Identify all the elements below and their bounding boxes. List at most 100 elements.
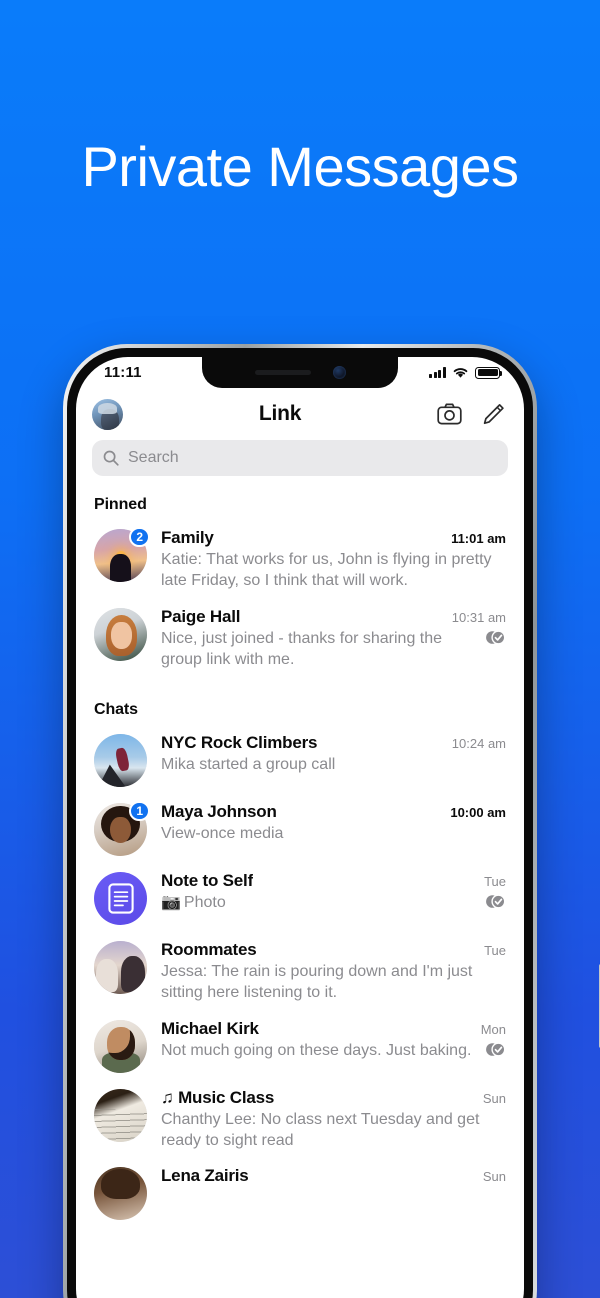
chat-list-item[interactable]: Note to Self Tue 📷 Photo (76, 863, 524, 932)
avatar[interactable]: 1 (94, 801, 150, 857)
chat-item-name: Roommates (161, 940, 257, 960)
chat-item-meta: 10:00 am (450, 805, 506, 820)
chat-item-name: Family (161, 528, 214, 547)
chat-item-timestamp: 10:00 am (450, 805, 506, 821)
phone-bezel: 11:11 Link Search Pinned 2 Family 11:01 … (67, 348, 533, 1298)
battery-full-icon (475, 366, 503, 379)
chat-item-name: NYC Rock Climbers (161, 733, 318, 753)
chat-item-name: Paige Hall (161, 606, 241, 626)
avatar-image (94, 941, 147, 995)
unread-badge: 1 (129, 801, 150, 822)
avatar-image (94, 1019, 147, 1073)
chat-item-meta: Sun (483, 1091, 506, 1106)
chat-list-item[interactable]: 2 Family 11:01 am Katie: That works for us,… (76, 520, 524, 599)
chat-item-body: ♫ Music Class Sun Chanthy Lee: No class ne… (161, 1087, 506, 1152)
read-receipt (485, 1042, 506, 1062)
chat-item-header: Family 11:01 am (161, 528, 506, 548)
chat-item-body: Paige Hall 10:31 am Nice, just joined - th… (161, 606, 506, 671)
chat-item-timestamp: 10:31 am (451, 609, 506, 625)
chat-list-item[interactable]: Paige Hall 10:31 am Nice, just joined - th… (76, 599, 524, 678)
chat-item-body: Michael Kirk Mon Not much going on these d… (161, 1018, 506, 1062)
app-header: Link (76, 388, 524, 440)
chat-item-header: ♫ Music Class Sun (161, 1088, 506, 1108)
avatar-image (94, 734, 147, 788)
chat-list-item[interactable]: Roommates Tue Jessa: The rain is pouring d… (76, 932, 524, 1011)
chat-item-preview-row: 📷 Photo (161, 891, 506, 914)
cellular-bars-icon (429, 367, 446, 378)
search-icon (103, 450, 119, 466)
avatar-image (94, 1167, 147, 1221)
avatar-image (94, 1088, 147, 1142)
chat-item-timestamp: Sun (482, 1090, 506, 1106)
chat-item-preview-row (161, 1186, 506, 1187)
chat-item-preview: Katie: That works for us, John is flying… (161, 551, 492, 590)
chat-item-header: Maya Johnson 10:00 am (161, 802, 506, 822)
search-input[interactable]: Search (92, 440, 508, 476)
chat-item-body: Note to Self Tue 📷 Photo (161, 870, 506, 914)
chat-item-preview: 📷 Photo (161, 892, 475, 913)
avatar[interactable] (94, 941, 147, 995)
chat-item-preview-row: Katie: That works for us, John is flying… (161, 548, 506, 592)
chat-item-preview-row: Nice, just joined - thanks for sharing t… (161, 627, 506, 671)
status-indicators (429, 366, 503, 379)
chat-item-preview: Jessa: The rain is pouring down and I'm … (161, 963, 473, 1002)
chat-list-item[interactable]: ♫ Music Class Sun Chanthy Lee: No class ne… (76, 1080, 524, 1159)
chat-item-preview: Nice, just joined - thanks for sharing t… (161, 629, 443, 668)
chat-item-meta: Mon (481, 1022, 506, 1037)
section-title-chats: Chats (94, 701, 138, 719)
avatar[interactable]: 2 (94, 527, 150, 582)
chat-item-header: Lena Zairis Sun (161, 1166, 506, 1186)
header-actions (437, 403, 505, 426)
status-bar: 11:11 (76, 357, 524, 388)
chat-item-meta: 11:01 am (451, 531, 506, 546)
pencil-compose-icon[interactable] (482, 403, 505, 426)
music-note-icon: ♫ (161, 1087, 179, 1107)
chat-item-body: Family 11:01 am Katie: That works for us, … (161, 527, 506, 592)
avatar[interactable] (94, 1167, 147, 1221)
avatar[interactable] (94, 872, 147, 926)
chat-item-header: Michael Kirk Mon (161, 1019, 506, 1039)
chat-item-name: ♫ Music Class (161, 1088, 274, 1108)
chat-item-header: Paige Hall 10:31 am (161, 607, 506, 627)
chat-item-preview: Chanthy Lee: No class next Tuesday and g… (161, 1110, 480, 1149)
chat-list-chats: NYC Rock Climbers 10:24 am Mika started a … (76, 725, 524, 1231)
chat-item-preview: View-once media (161, 825, 284, 843)
chat-item-timestamp: Sun (482, 1169, 506, 1185)
chat-item-timestamp: 11:01 am (451, 531, 506, 546)
chat-item-meta: Tue (484, 874, 506, 889)
read-receipt-icon (486, 1042, 506, 1057)
chat-list-item[interactable]: NYC Rock Climbers 10:24 am Mika started a … (76, 725, 524, 794)
chat-item-preview-row: Mika started a group call (161, 753, 506, 775)
chat-list-item[interactable]: Michael Kirk Mon Not much going on these d… (76, 1011, 524, 1080)
chat-item-body: Maya Johnson 10:00 am View-once media (161, 801, 506, 844)
chat-item-name: Note to Self (161, 871, 254, 891)
chat-item-preview: Mika started a group call (161, 756, 336, 774)
chat-item-timestamp: Tue (484, 874, 506, 890)
chat-item-preview-row: View-once media (161, 822, 506, 844)
chat-item-preview-row: Chanthy Lee: No class next Tuesday and g… (161, 1108, 506, 1152)
avatar[interactable] (94, 734, 147, 788)
avatar[interactable] (94, 1019, 147, 1073)
chat-list-item[interactable]: Lena Zairis Sun (76, 1158, 524, 1227)
chat-list-item[interactable]: 1 Maya Johnson 10:00 am View-once media (76, 794, 524, 863)
chat-item-header: Note to Self Tue (161, 871, 506, 891)
chat-item-header: Roommates Tue (161, 940, 506, 960)
avatar[interactable] (94, 607, 147, 661)
document-icon (107, 883, 134, 914)
phone-frame: 11:11 Link Search Pinned 2 Family 11:01 … (63, 344, 600, 1298)
chat-item-preview: Not much going on these days. Just bakin… (161, 1041, 472, 1059)
section-title-pinned: Pinned (94, 496, 147, 513)
chat-item-name: Michael Kirk (161, 1018, 259, 1038)
search-placeholder: Search (128, 449, 179, 466)
chat-item-header: NYC Rock Climbers 10:24 am (161, 733, 506, 753)
chat-item-preview-row: Not much going on these days. Just bakin… (161, 1039, 506, 1062)
chat-item-body: NYC Rock Climbers 10:24 am Mika started a … (161, 732, 506, 775)
profile-avatar[interactable] (92, 398, 123, 430)
read-receipt (485, 894, 506, 914)
chat-item-timestamp: Tue (484, 943, 506, 959)
avatar[interactable] (94, 1088, 147, 1142)
chat-item-meta: Sun (483, 1169, 506, 1184)
camera-icon[interactable] (437, 403, 462, 425)
phone-screen: 11:11 Link Search Pinned 2 Family 11:01 … (76, 357, 524, 1298)
chat-item-body: Lena Zairis Sun (161, 1165, 506, 1187)
